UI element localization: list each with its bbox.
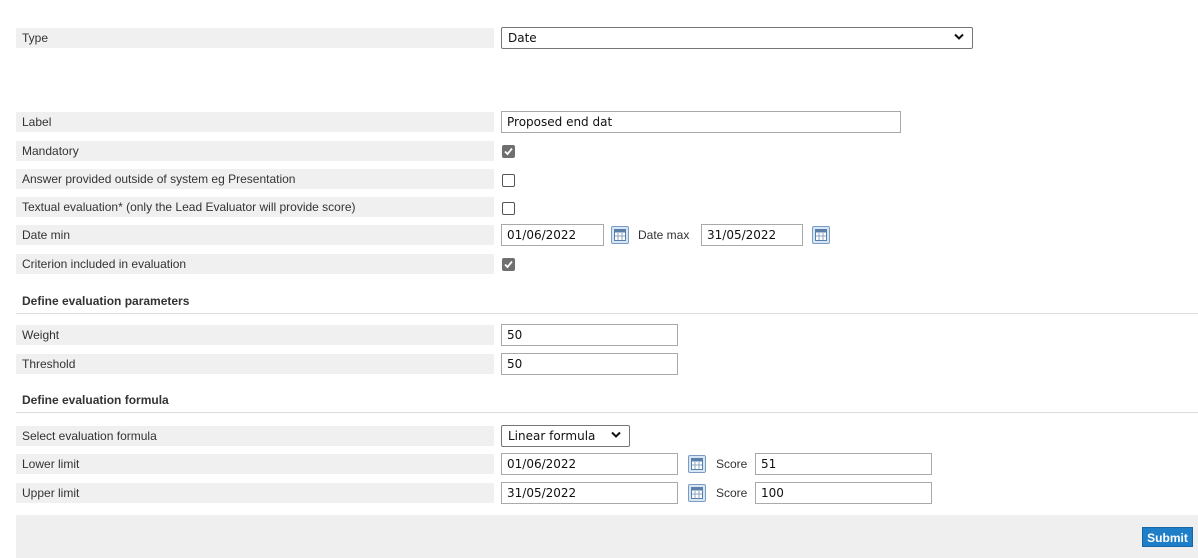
calendar-icon[interactable]: [688, 484, 706, 502]
lower-limit-date-input[interactable]: [501, 453, 678, 475]
threshold-input[interactable]: [501, 353, 678, 375]
select-formula-label: Select evaluation formula: [16, 426, 494, 446]
calendar-icon[interactable]: [611, 226, 629, 244]
chevron-down-icon: [954, 33, 964, 40]
type-select-value: Date: [508, 31, 537, 45]
weight-label: Weight: [16, 325, 494, 345]
submit-button[interactable]: Submit: [1142, 527, 1193, 547]
weight-input[interactable]: [501, 324, 678, 346]
label-input[interactable]: [501, 111, 901, 133]
upper-limit-label: Upper limit: [16, 483, 494, 503]
type-select[interactable]: Date: [501, 27, 973, 49]
lower-limit-label: Lower limit: [16, 454, 494, 474]
upper-limit-date-input[interactable]: [501, 482, 678, 504]
checkmark-icon: [504, 260, 513, 269]
calendar-icon[interactable]: [812, 226, 830, 244]
formula-select[interactable]: Linear formula: [501, 425, 630, 447]
criterion-checkbox[interactable]: [502, 258, 515, 271]
textual-checkbox[interactable]: [502, 202, 515, 215]
upper-score-input[interactable]: [755, 482, 932, 504]
date-min-label: Date min: [16, 225, 494, 245]
section-evaluation-formula: Define evaluation formula: [16, 391, 1198, 413]
lower-score-input[interactable]: [755, 453, 932, 475]
type-label: Type: [16, 28, 494, 48]
date-max-input[interactable]: [701, 224, 803, 246]
outside-label: Answer provided outside of system eg Pre…: [16, 169, 494, 189]
date-min-input[interactable]: [501, 224, 604, 246]
formula-select-value: Linear formula: [508, 429, 596, 443]
upper-score-label: Score: [716, 486, 748, 500]
chevron-down-icon: [611, 431, 621, 438]
mandatory-label: Mandatory: [16, 141, 494, 161]
label-label: Label: [16, 112, 494, 132]
textual-label: Textual evaluation* (only the Lead Evalu…: [16, 197, 494, 217]
calendar-icon[interactable]: [688, 455, 706, 473]
form-footer: [16, 515, 1198, 558]
threshold-label: Threshold: [16, 354, 494, 374]
checkmark-icon: [504, 147, 513, 156]
lower-score-label: Score: [716, 457, 748, 471]
section-evaluation-parameters: Define evaluation parameters: [16, 292, 1198, 314]
outside-checkbox[interactable]: [502, 174, 515, 187]
criterion-label: Criterion included in evaluation: [16, 254, 494, 274]
mandatory-checkbox[interactable]: [502, 145, 515, 158]
date-max-label: Date max: [638, 228, 690, 242]
